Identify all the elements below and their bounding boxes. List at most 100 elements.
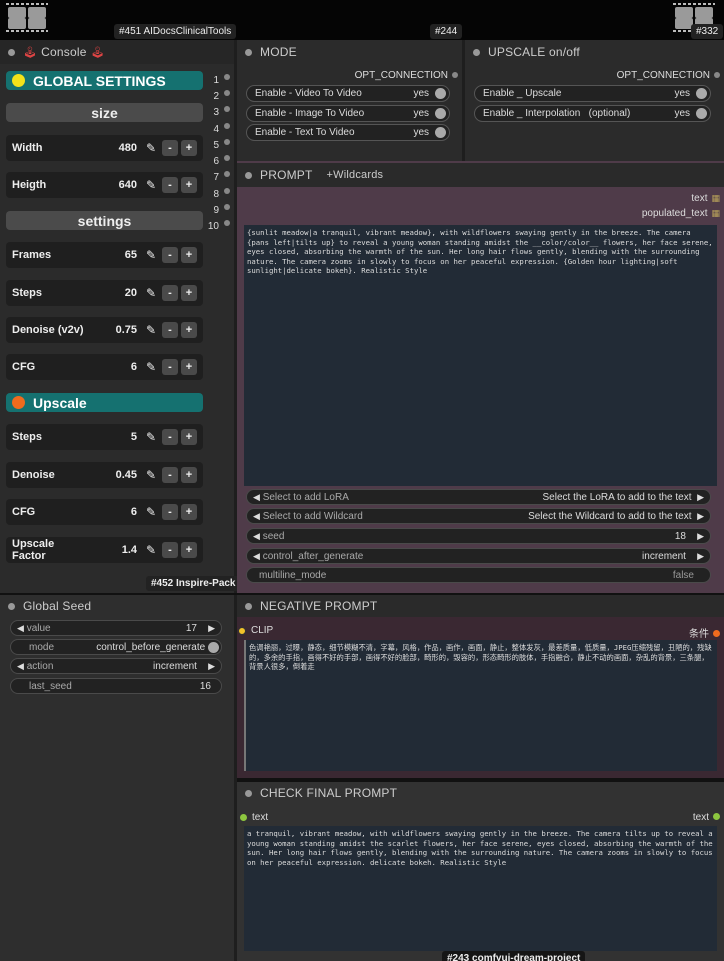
output-socket[interactable]	[224, 74, 230, 80]
negative-prompt-textarea[interactable]: 色调艳丽，过曝，静态，细节模糊不清，字幕，风格，作品，画作，画面，静止，整体发灰…	[244, 640, 717, 771]
arrow-right-icon[interactable]: ▶	[697, 511, 704, 522]
populated-text-output[interactable]: populated_text ▦	[560, 208, 720, 219]
decrement-button[interactable]: -	[162, 542, 178, 558]
toggle-image-to-video[interactable]: Enable - Image To Video yes	[246, 105, 450, 122]
input-socket[interactable]	[240, 814, 247, 821]
prompt-textarea[interactable]: {sunlit meadow|a tranquil, vibrant meado…	[244, 225, 717, 486]
upscale-cfg-row[interactable]: CFG 6 ✎ - +	[6, 499, 203, 525]
output-socket[interactable]	[224, 155, 230, 161]
toggle-knob[interactable]	[696, 88, 707, 99]
width-row[interactable]: Width 480 ✎ - +	[6, 135, 203, 161]
lora-selector[interactable]: ◀ Select to add LoRA Select the LoRA to …	[246, 489, 711, 505]
decrement-button[interactable]: -	[162, 140, 178, 156]
pencil-icon[interactable]: ✎	[143, 430, 159, 444]
prompt-title-bar[interactable]: PROMPT +Wildcards	[237, 163, 724, 187]
collapse-dot-icon[interactable]	[245, 171, 252, 179]
arrow-left-icon[interactable]: ◀	[17, 661, 24, 672]
arrow-left-icon[interactable]: ◀	[253, 531, 260, 542]
row-value[interactable]: 0.45	[89, 469, 137, 481]
increment-button[interactable]: +	[181, 247, 197, 263]
row-value[interactable]: 5	[89, 431, 137, 443]
decrement-button[interactable]: -	[162, 429, 178, 445]
upscale-factor-row[interactable]: Upscale Factor 1.4 ✎ - +	[6, 537, 203, 563]
upscale-title-bar[interactable]: UPSCALE on/off	[465, 40, 724, 64]
seed-widget[interactable]: ◀ seed 18 ▶	[246, 528, 711, 544]
opt-connection-output[interactable]: OPT_CONNECTION	[560, 70, 720, 81]
row-value[interactable]: 1.4	[89, 544, 137, 556]
arrow-right-icon[interactable]: ▶	[697, 551, 704, 562]
mode-title-bar[interactable]: MODE	[237, 40, 462, 64]
pencil-icon[interactable]: ✎	[143, 360, 159, 374]
toggle-interpolation[interactable]: Enable _ Interpolation (optional) yes	[474, 105, 711, 122]
increment-button[interactable]: +	[181, 359, 197, 375]
negative-title-bar[interactable]: NEGATIVE PROMPT	[237, 595, 724, 617]
row-value[interactable]: 6	[89, 361, 137, 373]
collapse-dot-icon[interactable]	[245, 789, 252, 797]
increment-button[interactable]: +	[181, 140, 197, 156]
output-socket[interactable]	[224, 90, 230, 96]
pencil-icon[interactable]: ✎	[143, 505, 159, 519]
arrow-right-icon[interactable]: ▶	[208, 623, 215, 634]
row-value[interactable]: 480	[89, 142, 137, 154]
output-socket[interactable]	[224, 220, 230, 226]
increment-button[interactable]: +	[181, 285, 197, 301]
increment-button[interactable]: +	[181, 322, 197, 338]
pencil-icon[interactable]: ✎	[143, 543, 159, 557]
pencil-icon[interactable]: ✎	[143, 248, 159, 262]
row-value[interactable]: 0.75	[89, 324, 137, 336]
decrement-button[interactable]: -	[162, 285, 178, 301]
output-socket[interactable]	[224, 106, 230, 112]
decrement-button[interactable]: -	[162, 322, 178, 338]
opt-connection-output[interactable]: OPT_CONNECTION	[300, 70, 458, 81]
final-prompt-textarea[interactable]: a tranquil, vibrant meadow, with wildflo…	[244, 826, 717, 951]
control-after-generate-widget[interactable]: ◀ control_after_generate increment ▶	[246, 548, 711, 564]
collapse-dot-icon[interactable]	[245, 48, 252, 56]
collapse-dot-icon[interactable]	[8, 602, 15, 610]
output-socket[interactable]	[713, 630, 720, 637]
output-socket[interactable]	[224, 123, 230, 129]
row-value[interactable]: 640	[89, 179, 137, 191]
global-seed-action-widget[interactable]: ◀ action increment ▶	[10, 658, 222, 674]
arrow-right-icon[interactable]: ▶	[208, 661, 215, 672]
console-title-bar[interactable]: 🕹 Console 🕹	[0, 40, 234, 64]
cfg-row[interactable]: CFG 6 ✎ - +	[6, 354, 203, 380]
pencil-icon[interactable]: ✎	[143, 468, 159, 482]
pencil-icon[interactable]: ✎	[143, 141, 159, 155]
row-value[interactable]: 65	[89, 249, 137, 261]
output-socket[interactable]	[224, 171, 230, 177]
denoise-v2v-row[interactable]: Denoise (v2v) 0.75 ✎ - +	[6, 317, 203, 343]
toggle-video-to-video[interactable]: Enable - Video To Video yes	[246, 85, 450, 102]
check-title-bar[interactable]: CHECK FINAL PROMPT	[237, 782, 724, 804]
conditioning-output[interactable]: 条件	[660, 625, 720, 640]
pencil-icon[interactable]: ✎	[143, 178, 159, 192]
upscale-steps-row[interactable]: Steps 5 ✎ - +	[6, 424, 203, 450]
toggle-knob[interactable]	[435, 127, 446, 138]
text-output[interactable]: text	[660, 812, 720, 823]
wildcard-selector[interactable]: ◀ Select to add Wildcard Select the Wild…	[246, 508, 711, 524]
multiline-mode-widget[interactable]: multiline_mode false	[246, 567, 711, 583]
input-socket[interactable]	[238, 626, 246, 635]
decrement-button[interactable]: -	[162, 177, 178, 193]
toggle-knob[interactable]	[435, 108, 446, 119]
output-socket[interactable]	[713, 813, 720, 820]
collapse-dot-icon[interactable]	[8, 48, 15, 56]
toggle-upscale[interactable]: Enable _ Upscale yes	[474, 85, 711, 102]
decrement-button[interactable]: -	[162, 504, 178, 520]
grid-socket-icon[interactable]: ▦	[711, 208, 720, 218]
height-row[interactable]: Heigth 640 ✎ - +	[6, 172, 203, 198]
global-seed-mode-widget[interactable]: mode control_before_generate	[10, 639, 222, 655]
toggle-text-to-video[interactable]: Enable - Text To Video yes	[246, 124, 450, 141]
collapse-dot-icon[interactable]	[245, 602, 252, 610]
arrow-right-icon[interactable]: ▶	[697, 531, 704, 542]
arrow-left-icon[interactable]: ◀	[17, 623, 24, 634]
global-seed-value-widget[interactable]: ◀ value 17 ▶	[10, 620, 222, 636]
increment-button[interactable]: +	[181, 467, 197, 483]
arrow-right-icon[interactable]: ▶	[697, 492, 704, 503]
increment-button[interactable]: +	[181, 542, 197, 558]
decrement-button[interactable]: -	[162, 247, 178, 263]
output-socket[interactable]	[224, 204, 230, 210]
decrement-button[interactable]: -	[162, 467, 178, 483]
row-value[interactable]: 6	[89, 506, 137, 518]
output-socket[interactable]	[224, 139, 230, 145]
output-socket[interactable]	[452, 72, 458, 79]
